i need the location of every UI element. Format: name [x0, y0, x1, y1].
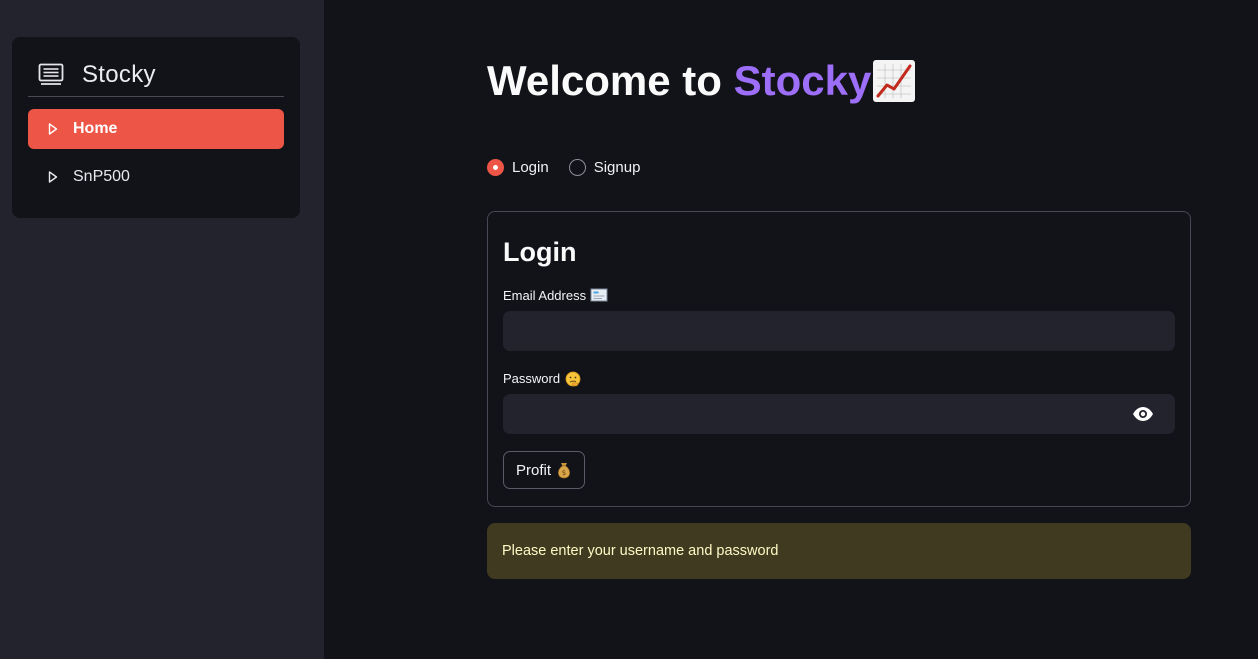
page-title: Welcome to Stocky — [487, 52, 1191, 110]
form-title: Login — [503, 237, 577, 267]
app-root: Stocky Home SnP500 Welcome to Stocky Log… — [0, 0, 1258, 659]
envelope-emoji-icon — [590, 288, 608, 302]
money-bag-emoji-icon: $ — [558, 463, 570, 479]
password-field[interactable] — [503, 394, 1175, 434]
password-field-wrapper — [503, 394, 1175, 434]
button-label: Profit — [516, 461, 552, 479]
radio-signup[interactable]: Signup — [568, 158, 641, 176]
nav-item-label: Home — [73, 120, 118, 137]
nav-item-snp500[interactable]: SnP500 — [28, 157, 284, 197]
thinking-face-emoji-icon — [564, 371, 582, 387]
auth-mode-radio-group: Login Signup — [487, 155, 1191, 179]
email-field-wrapper — [503, 311, 1175, 351]
password-label-text: Password — [503, 370, 561, 386]
show-password-eye-icon[interactable] — [1132, 406, 1154, 422]
email-label-text: Email Address — [503, 287, 587, 303]
warning-alert: Please enter your username and password — [487, 523, 1191, 579]
main-content: Welcome to Stocky Login Signup Login Ema… — [487, 52, 1191, 579]
title-prefix: Welcome to — [487, 57, 734, 104]
caret-right-icon — [48, 171, 58, 183]
email-field[interactable] — [503, 311, 1175, 351]
nav-menu: Stocky Home SnP500 — [12, 37, 300, 218]
title-brand: Stocky — [733, 57, 872, 104]
main-area: Welcome to Stocky Login Signup Login Ema… — [324, 0, 1258, 659]
login-form: Login Email Address Password Profit $ — [487, 211, 1191, 507]
app-name: Stocky — [82, 60, 156, 88]
nav-item-home[interactable]: Home — [28, 109, 284, 149]
radio-label: Login — [512, 158, 549, 176]
radio-login[interactable]: Login — [487, 158, 549, 176]
profit-submit-button[interactable]: Profit $ — [503, 451, 586, 489]
menu-card-icon — [38, 63, 64, 87]
radio-label: Signup — [593, 158, 641, 176]
caret-right-icon — [48, 123, 58, 135]
nav-item-label: SnP500 — [73, 168, 130, 185]
alert-text: Please enter your username and password — [502, 543, 779, 559]
chart-increasing-emoji-icon — [873, 60, 916, 102]
password-label: Password — [503, 370, 1175, 387]
radio-checked-icon[interactable] — [487, 158, 504, 176]
radio-unchecked-icon[interactable] — [568, 158, 586, 176]
svg-text:$: $ — [562, 469, 566, 477]
menu-header: Stocky — [28, 53, 284, 97]
email-label: Email Address — [503, 287, 1175, 303]
sidebar: Stocky Home SnP500 — [0, 0, 324, 659]
menu-list: Home SnP500 — [28, 109, 284, 197]
